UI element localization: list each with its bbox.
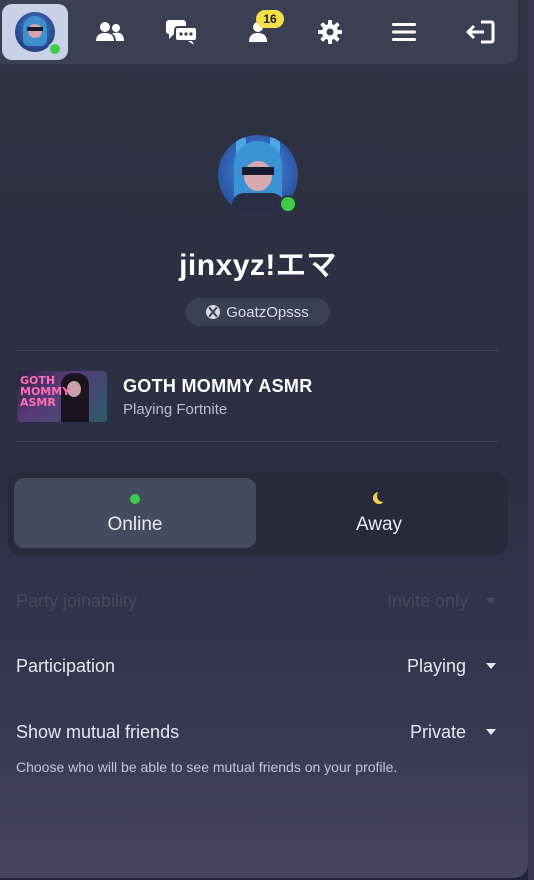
- thumbnail-logo-text: GOTH MOMMY ASMR: [20, 374, 71, 409]
- mutual-friends-dropdown[interactable]: Private: [410, 722, 466, 743]
- moon-icon: [373, 490, 389, 504]
- party-joinability-value[interactable]: Invite only: [387, 591, 468, 612]
- mutual-friends-label: Show mutual friends: [16, 722, 180, 742]
- hamburger-menu-icon: [392, 23, 416, 41]
- participation-label: Participation: [16, 656, 116, 676]
- logout-icon: [466, 20, 495, 44]
- nav-chats-tab[interactable]: [150, 4, 214, 60]
- online-dot-icon: [130, 494, 140, 504]
- nav-settings-tab[interactable]: [298, 4, 362, 60]
- notification-badge: 16: [256, 10, 284, 28]
- online-indicator: [48, 42, 62, 56]
- divider: [16, 350, 498, 351]
- status-away-option[interactable]: Away: [258, 478, 500, 548]
- nav-menu-tab[interactable]: [372, 4, 436, 60]
- friends-icon: [96, 22, 124, 41]
- window-edge: [528, 0, 534, 880]
- chevron-down-icon[interactable]: [486, 598, 496, 604]
- social-panel: 16 jinxyz!エマ GoatzOpsss GOTH MOMMY ASMR …: [0, 0, 528, 878]
- divider: [16, 441, 498, 442]
- activity-subtitle: Playing Fortnite: [123, 401, 228, 418]
- status-online-label: Online: [107, 514, 163, 535]
- status-online-option[interactable]: Online: [14, 478, 256, 548]
- platform-username-pill: GoatzOpsss: [185, 298, 330, 326]
- activity-title: GOTH MOMMY ASMR: [123, 376, 313, 396]
- party-joinability-label: Party joinability: [16, 591, 138, 611]
- mutual-friends-help-text: Choose who will be able to see mutual fr…: [16, 759, 398, 775]
- status-toggle: Online Away: [8, 472, 508, 556]
- participation-dropdown[interactable]: Playing: [407, 656, 466, 677]
- online-status-indicator: [279, 195, 297, 213]
- xbox-icon: [206, 305, 221, 319]
- display-name: jinxyz!エマ: [179, 249, 337, 282]
- chevron-down-icon[interactable]: [486, 663, 496, 669]
- activity-thumbnail: GOTH MOMMY ASMR: [17, 371, 107, 422]
- chat-icon: [166, 20, 198, 45]
- nav-logout-tab[interactable]: [448, 4, 512, 60]
- platform-username: GoatzOpsss: [226, 303, 309, 321]
- chevron-down-icon[interactable]: [486, 729, 496, 735]
- nav-profile-tab[interactable]: [2, 4, 68, 60]
- status-away-label: Away: [355, 514, 403, 535]
- top-nav: 16: [0, 0, 518, 64]
- gear-icon: [318, 20, 342, 44]
- nav-friends-tab[interactable]: [78, 4, 142, 60]
